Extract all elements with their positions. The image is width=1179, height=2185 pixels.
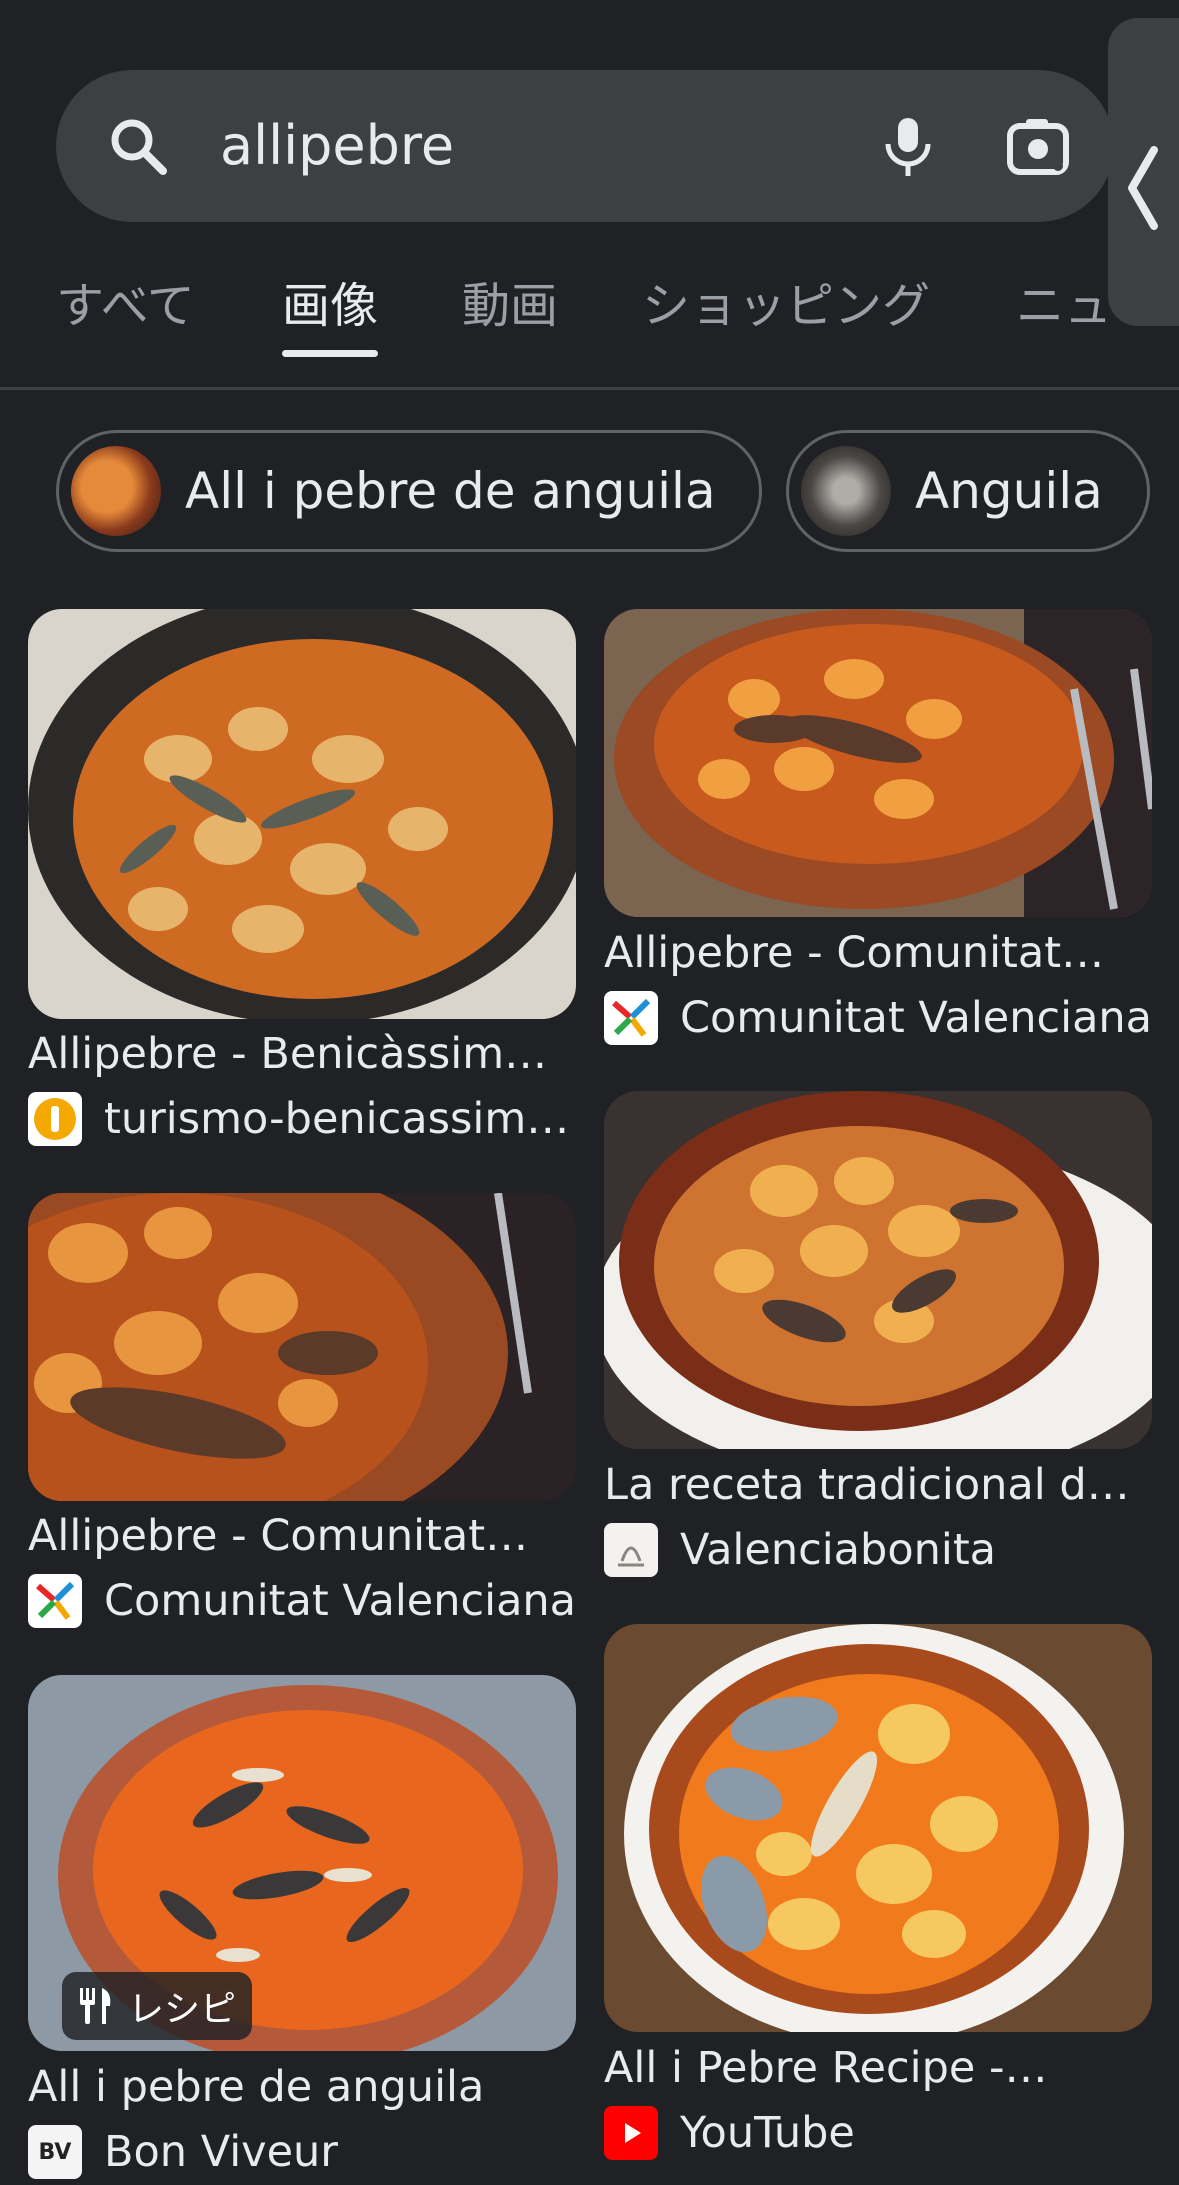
bon-viveur-favicon: BV bbox=[28, 2125, 82, 2179]
source-label: Comunitat Valenciana bbox=[680, 993, 1152, 1043]
chip-anguila[interactable]: Anguila bbox=[786, 430, 1150, 552]
side-panel-handle[interactable] bbox=[1108, 18, 1179, 326]
result-title[interactable]: Allipebre - Comunitat… bbox=[28, 1508, 576, 1564]
recipe-badge-label: レシピ bbox=[128, 1989, 237, 2030]
comunitat-valenciana-favicon bbox=[604, 991, 658, 1045]
camera-lens-icon[interactable] bbox=[1006, 114, 1070, 178]
source-label: Comunitat Valenciana bbox=[104, 1576, 576, 1626]
chevron-left-icon bbox=[1128, 146, 1158, 230]
result-image[interactable] bbox=[28, 609, 576, 1019]
source-label: Valenciabonita bbox=[680, 1525, 997, 1575]
microphone-icon[interactable] bbox=[876, 114, 940, 178]
source-label: turismo-benicassim… bbox=[104, 1094, 570, 1144]
active-tab-indicator bbox=[282, 350, 378, 357]
result-image[interactable] bbox=[604, 609, 1152, 917]
result-source[interactable]: BV Bon Viveur bbox=[28, 2124, 576, 2180]
result-title[interactable]: All i Pebre Recipe -… bbox=[604, 2040, 1152, 2096]
tab-all[interactable]: すべて bbox=[56, 276, 195, 336]
tab-images[interactable]: 画像 bbox=[282, 276, 378, 336]
search-input[interactable]: allipebre bbox=[220, 106, 454, 186]
youtube-favicon bbox=[604, 2106, 658, 2160]
result-source[interactable]: Comunitat Valenciana bbox=[604, 990, 1152, 1046]
chip-thumbnail bbox=[71, 446, 161, 536]
divider bbox=[0, 387, 1179, 390]
valenciabonita-favicon bbox=[604, 1523, 658, 1577]
recipe-badge: レシピ bbox=[62, 1972, 253, 2040]
chip-label: All i pebre de anguila bbox=[185, 462, 716, 520]
result-title[interactable]: La receta tradicional d… bbox=[604, 1457, 1152, 1513]
result-source[interactable]: YouTube bbox=[604, 2105, 1152, 2161]
result-title[interactable]: All i pebre de anguila bbox=[28, 2059, 576, 2115]
tab-shopping[interactable]: ショッピング bbox=[642, 276, 930, 336]
comunitat-valenciana-favicon bbox=[28, 1574, 82, 1628]
result-image[interactable] bbox=[604, 1091, 1152, 1449]
turismo-benicassim-favicon bbox=[28, 1092, 82, 1146]
search-icon[interactable] bbox=[106, 114, 170, 178]
result-image[interactable] bbox=[28, 1193, 576, 1501]
search-bar[interactable]: allipebre bbox=[56, 70, 1114, 222]
source-label: Bon Viveur bbox=[104, 2127, 338, 2177]
chip-all-i-pebre-de-anguila[interactable]: All i pebre de anguila bbox=[56, 430, 762, 552]
result-title[interactable]: Allipebre - Comunitat… bbox=[604, 925, 1152, 981]
result-image[interactable] bbox=[604, 1624, 1152, 2032]
result-source[interactable]: Comunitat Valenciana bbox=[28, 1573, 576, 1629]
source-label: YouTube bbox=[680, 2108, 855, 2158]
chip-label: Anguila bbox=[915, 462, 1103, 520]
result-source[interactable]: Valenciabonita bbox=[604, 1522, 1152, 1578]
tab-news[interactable]: ニュ bbox=[1016, 276, 1106, 336]
result-source[interactable]: turismo-benicassim… bbox=[28, 1091, 576, 1147]
chip-thumbnail bbox=[801, 446, 891, 536]
result-title[interactable]: Allipebre - Benicàssim… bbox=[28, 1026, 576, 1082]
tab-videos[interactable]: 動画 bbox=[462, 276, 558, 336]
fork-knife-icon bbox=[80, 1988, 111, 2024]
